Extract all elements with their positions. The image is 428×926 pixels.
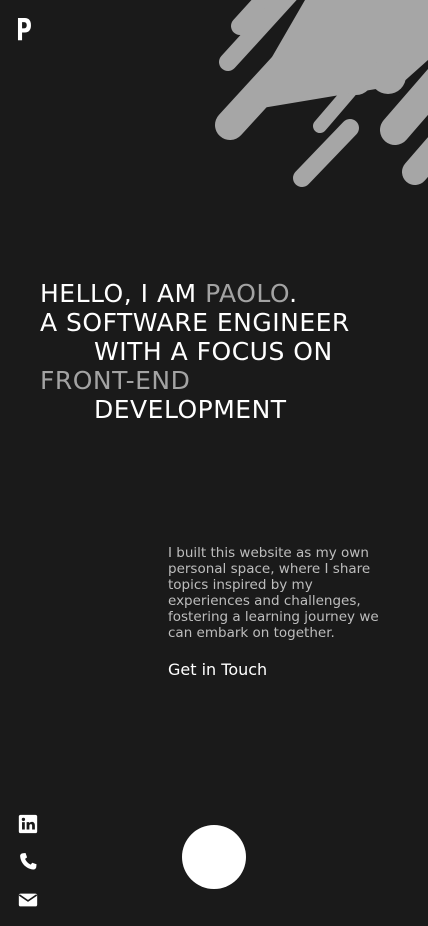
mail-icon[interactable] — [17, 889, 39, 911]
phone-icon[interactable] — [17, 851, 39, 873]
scroll-button[interactable] — [182, 825, 246, 889]
hero-line-4: FRONT-END — [40, 366, 191, 395]
about-text: I built this website as my own personal … — [168, 545, 379, 641]
hero-line-2: A SOFTWARE ENGINEER — [40, 308, 350, 337]
hero-line-5: DEVELOPMENT — [94, 395, 287, 424]
linkedin-icon[interactable] — [17, 813, 39, 835]
hero-line-1: HELLO, I AM PAOLO. — [40, 279, 410, 308]
hero-line-3: WITH A FOCUS ON — [94, 337, 333, 366]
decorative-stripes-graphic — [215, 0, 428, 187]
hero-greeting: HELLO, I AM — [40, 279, 206, 308]
get-in-touch-link[interactable]: Get in Touch — [168, 660, 267, 680]
hero-name: PAOLO — [205, 279, 290, 308]
hero-heading: HELLO, I AM PAOLO. A SOFTWARE ENGINEER W… — [40, 279, 410, 424]
hero-period: . — [289, 279, 298, 308]
